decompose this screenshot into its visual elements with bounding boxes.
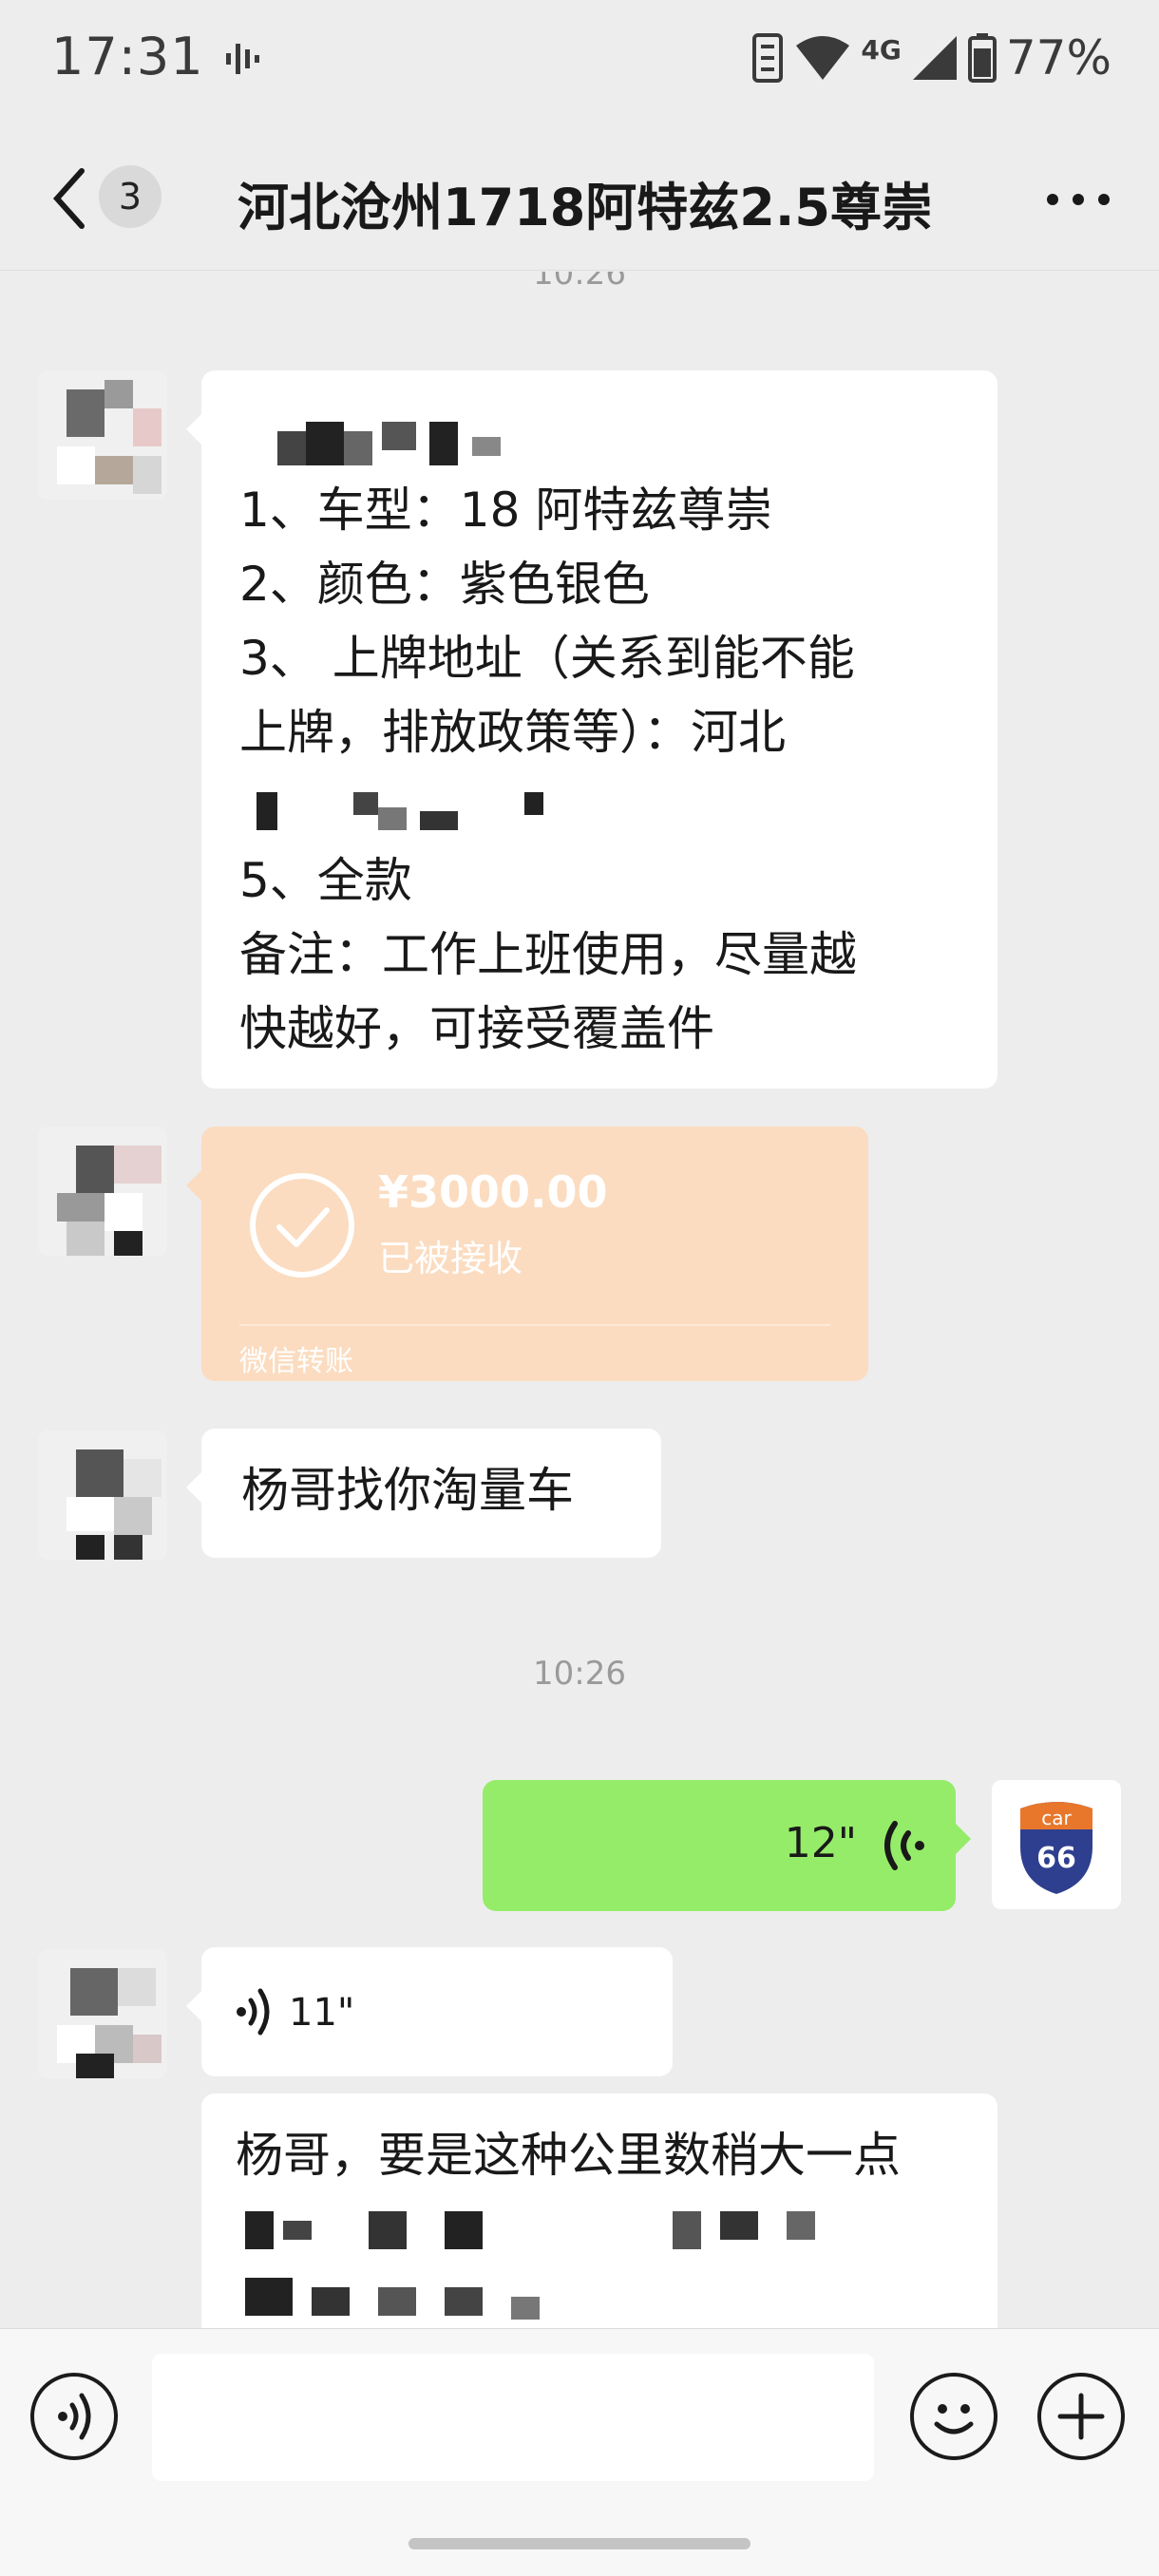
- vibrate-icon: [752, 33, 784, 83]
- avatar-label-bottom: 66: [1036, 1842, 1076, 1875]
- avatar-label-top: car: [1041, 1807, 1072, 1829]
- chat-header: 3 河北沧州1718阿特兹2.5尊崇: [0, 123, 1159, 271]
- sound-wave-icon: [226, 44, 259, 74]
- contact-avatar[interactable]: [38, 1949, 167, 2078]
- my-avatar[interactable]: car 66: [992, 1780, 1121, 1909]
- voice-input-button[interactable]: [30, 2373, 118, 2460]
- plus-icon: [1057, 2393, 1105, 2440]
- wifi-icon: [796, 36, 850, 80]
- message-text: 杨哥，要是这种公里数稍大一点: [236, 2128, 901, 2183]
- route-66-shield-icon: car 66: [1020, 1802, 1092, 1894]
- redacted-line: [239, 769, 960, 843]
- transfer-status: 已被接收: [378, 1238, 523, 1279]
- voice-icon: [58, 2393, 91, 2440]
- timestamp: 10:26: [533, 1655, 626, 1693]
- message-bubble[interactable]: 杨哥，要是这种公里数稍大一点: [201, 2093, 998, 2328]
- chat-title: 河北沧州1718阿特兹2.5尊崇: [238, 178, 933, 237]
- transfer-amount: ¥3000.00: [378, 1166, 608, 1218]
- contact-avatar[interactable]: [38, 1127, 167, 1256]
- check-circle-icon: [250, 1173, 354, 1278]
- home-indicator[interactable]: [408, 2538, 750, 2549]
- contact-avatar[interactable]: [38, 370, 167, 500]
- redacted-header: [239, 399, 960, 473]
- voice-duration: 11": [289, 1991, 355, 2035]
- input-bar: [0, 2328, 1159, 2576]
- voice-duration: 12": [784, 1819, 857, 1867]
- order-line: 1、车型：18 阿特兹尊崇: [239, 483, 773, 538]
- more-functions-button[interactable]: [1037, 2373, 1125, 2460]
- status-right: 4G 77%: [750, 30, 1112, 85]
- contact-avatar[interactable]: [38, 1430, 167, 1560]
- order-line: 5、全款: [239, 853, 412, 908]
- signal-icon: [912, 36, 957, 80]
- order-form-message[interactable]: 1、车型：18 阿特兹尊崇 2、颜色：紫色银色 3、 上牌地址（关系到能不能 上…: [186, 370, 998, 1089]
- emoji-button[interactable]: [910, 2373, 998, 2460]
- message-bubble[interactable]: 杨哥找你淘量车: [186, 1429, 661, 1558]
- more-options-icon[interactable]: [1045, 192, 1112, 207]
- divider: [239, 1324, 830, 1326]
- timestamp: 10:26: [533, 272, 626, 293]
- transfer-card[interactable]: ¥3000.00 已被接收 微信转账: [186, 1127, 868, 1381]
- unread-count-badge[interactable]: 3: [99, 165, 162, 228]
- battery-icon: [967, 33, 997, 83]
- order-line: 备注：工作上班使用，尽量越: [239, 927, 857, 982]
- voice-message-sent[interactable]: 12": [483, 1780, 971, 1911]
- status-time: 17:31: [51, 27, 204, 86]
- message-list[interactable]: 10:26 1、车型：18 阿特兹尊崇 2、颜色：紫色银色 3、 上牌地址（关系…: [0, 272, 1159, 2328]
- order-line: 2、颜色：紫色银色: [239, 557, 650, 612]
- message-input[interactable]: [152, 2354, 874, 2481]
- redacted-text: [236, 2192, 963, 2328]
- back-chevron-icon[interactable]: [48, 165, 95, 232]
- message-text: 杨哥找你淘量车: [241, 1463, 574, 1518]
- transfer-source: 微信转账: [239, 1345, 353, 1378]
- order-line: 快越好，可接受覆盖件: [239, 1001, 714, 1056]
- smiley-icon: [934, 2404, 974, 2434]
- order-line: 上牌，排放政策等）：河北: [239, 705, 786, 760]
- voice-wave-icon: [884, 1821, 924, 1870]
- voice-message-received[interactable]: 11": [186, 1947, 673, 2076]
- battery-percent: 77%: [1005, 30, 1112, 85]
- voice-wave-icon: [237, 1988, 270, 2036]
- network-type: 4G: [861, 33, 902, 66]
- order-line: 3、 上牌地址（关系到能不能: [239, 631, 855, 686]
- status-bar: 17:31 4G 77%: [0, 0, 1159, 123]
